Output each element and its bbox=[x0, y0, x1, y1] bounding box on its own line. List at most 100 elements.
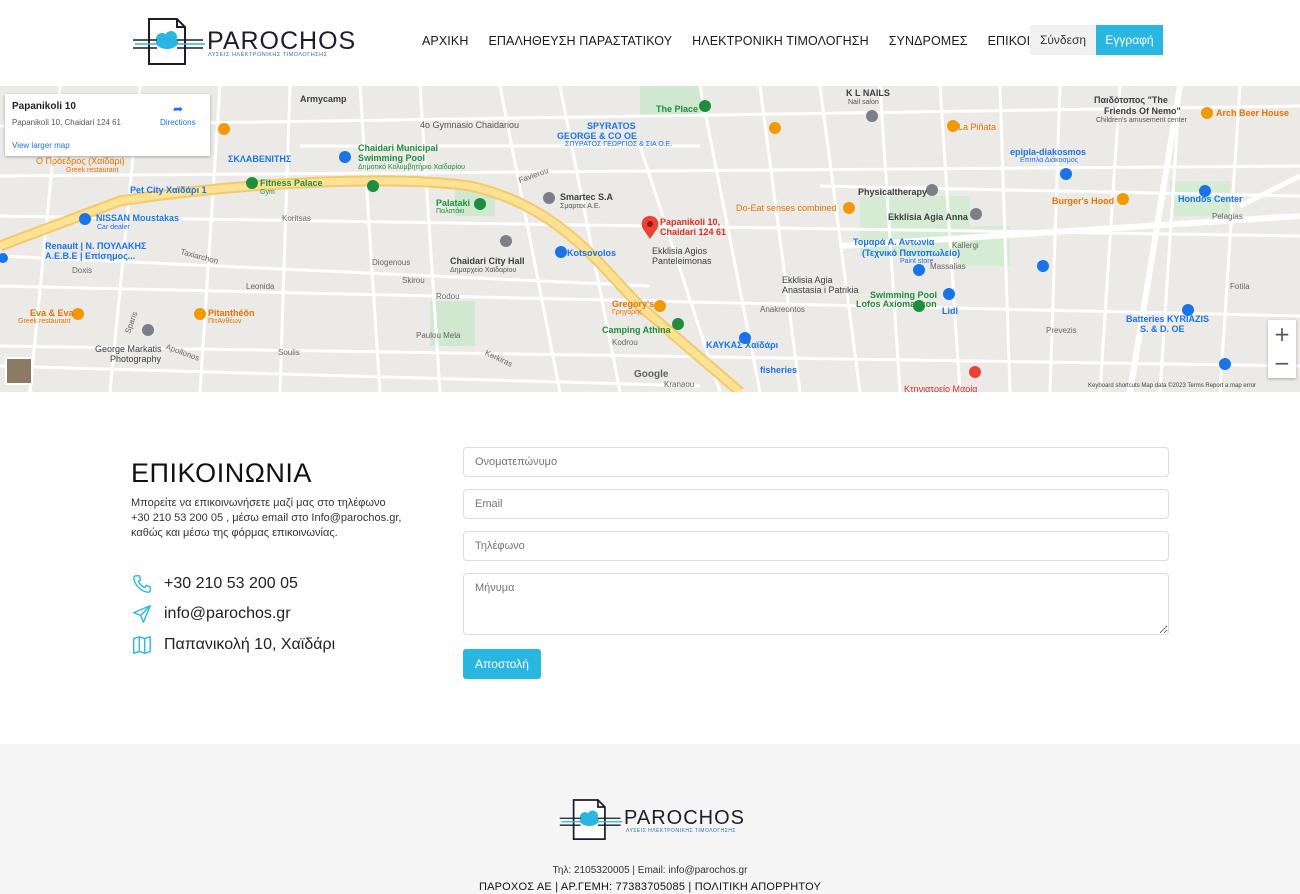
name-input[interactable] bbox=[463, 447, 1169, 477]
map-label: Hondos Center bbox=[1178, 194, 1243, 204]
footer-legal-line[interactable]: ΠΑΡΟΧΟΣ ΑΕ | ΑΡ.ΓΕΜΗ: 77383705085 | ΠΟΛΙ… bbox=[0, 881, 1300, 893]
map-label: Paint store bbox=[900, 258, 934, 265]
contact-email[interactable]: info@parochos.gr bbox=[131, 603, 291, 625]
street-label: Massalias bbox=[930, 262, 966, 271]
map-label: Palataki bbox=[436, 198, 471, 208]
map-label: Α.Ε.Β.Ε | Επίσημος... bbox=[45, 251, 136, 261]
street-label: Kallergi bbox=[952, 241, 979, 250]
send-button[interactable]: Αποστολή bbox=[463, 649, 541, 679]
map-label: Fitness Palace bbox=[260, 178, 323, 188]
main-nav: ΑΡΧΙΚΗ ΕΠΑΛΗΘΕΥΣΗ ΠΑΡΑΣΤΑΤΙΚΟΥ ΗΛΕΚΤΡΟΝΙ… bbox=[422, 34, 1090, 48]
nav-verify-document[interactable]: ΕΠΑΛΗΘΕΥΣΗ ΠΑΡΑΣΤΑΤΙΚΟΥ bbox=[488, 34, 672, 48]
nav-subscriptions[interactable]: ΣΥΝΔΡΟΜΕΣ bbox=[889, 34, 968, 48]
street-label: Paulou Mela bbox=[416, 331, 461, 340]
logo-icon bbox=[559, 799, 623, 840]
map-label: fisheries bbox=[760, 365, 798, 375]
map-label: ΚΑΥΚΑΣ Χαϊδάρι bbox=[706, 340, 779, 350]
map-attribution[interactable]: Keyboard shortcuts Map data ©2023 Terms … bbox=[1088, 383, 1256, 389]
zoom-in-button[interactable]: + bbox=[1268, 320, 1296, 349]
map-zoom-controls: + − bbox=[1268, 320, 1296, 378]
map-label: Παλατάκι bbox=[436, 208, 465, 215]
street-label: Rodou bbox=[436, 292, 460, 301]
logo-subtitle: ΛΥΣΕΙΣ ΗΛΕΚΤΡΟΝΙΚΗΣ ΤΙΜΟΛΟΓΗΣΗΣ bbox=[208, 52, 328, 58]
map-label: Δημοτικό Κολυμβητήριο Χαϊδαρίου bbox=[358, 164, 465, 171]
map-label: epipla-diakosmos bbox=[1010, 147, 1087, 157]
map-label: Παιδότοπος "The bbox=[1094, 95, 1168, 105]
map-label: Τομαρά Α. Αντωνία bbox=[853, 237, 935, 247]
map-label: Arch Beer House bbox=[1216, 108, 1290, 118]
embedded-map[interactable]: Armycamp 4o Gymnasio Chaidariou The Plac… bbox=[0, 86, 1300, 392]
view-larger-map-link[interactable]: View larger map bbox=[12, 141, 70, 150]
map-label: Pitanthéôn bbox=[208, 308, 255, 318]
contact-address: Παπανικολή 10, Χαϊδάρι bbox=[131, 634, 335, 656]
pin-label: Chaidari 124 61 bbox=[660, 227, 727, 237]
map-label: Lofos Axiomatikon bbox=[856, 299, 937, 309]
site-footer: PAROCHOS ΛΥΣΕΙΣ ΗΛΕΚΤΡΟΝΙΚΗΣ ΤΙΜΟΛΟΓΗΣΗΣ… bbox=[0, 744, 1300, 894]
phone-icon bbox=[133, 575, 151, 593]
map-label: ΣΠΥΡΑΤΟΣ ΓΕΩΡΓΙΟΣ & ΣΙΑ Ο.Ε. bbox=[565, 141, 673, 148]
map-label: Chaidari Municipal bbox=[358, 143, 439, 153]
map-label: Κτηνιατρείο Μαρία bbox=[904, 384, 978, 392]
register-button[interactable]: Εγγραφή bbox=[1096, 25, 1163, 55]
nav-e-invoicing[interactable]: ΗΛΕΚΤΡΟΝΙΚΗ ΤΙΜΟΛΟΓΗΣΗ bbox=[692, 34, 869, 48]
map-label: Ο Πρόεδρος (Χαϊδάρι) bbox=[36, 156, 125, 166]
street-label: Kodrou bbox=[612, 338, 638, 347]
map-label: (Τεχνικό Παντοπωλείο) bbox=[862, 248, 961, 258]
directions-icon[interactable]: ➦ bbox=[173, 102, 183, 116]
contact-phone[interactable]: +30 210 53 200 05 bbox=[131, 573, 298, 595]
map-label: Nail salon bbox=[848, 99, 879, 106]
email-input[interactable] bbox=[463, 489, 1169, 519]
map-label: GEORGE & CO OE bbox=[557, 131, 638, 141]
street-label: Prevezis bbox=[1046, 326, 1077, 335]
map-place-card: Papanikoli 10 Papanikoli 10, Chaidari 12… bbox=[5, 94, 210, 156]
footer-logo[interactable]: PAROCHOS ΛΥΣΕΙΣ ΗΛΕΚΤΡΟΝΙΚΗΣ ΤΙΜΟΛΟΓΗΣΗΣ bbox=[558, 797, 748, 843]
map-label: Panteleimonas bbox=[652, 256, 712, 266]
place-address: Papanikoli 10, Chaidari 124 61 bbox=[12, 118, 121, 127]
map-label: Gym bbox=[260, 189, 275, 196]
zoom-out-button[interactable]: − bbox=[1268, 349, 1296, 378]
street-label: Skirou bbox=[402, 276, 425, 285]
map-label: La Piñata bbox=[958, 122, 997, 132]
contact-text-line: +30 210 53 200 05 , μέσω email στο Info@… bbox=[131, 512, 402, 524]
logo[interactable]: PAROCHOS ΛΥΣΕΙΣ ΗΛΕΚΤΡΟΝΙΚΗΣ ΤΙΜΟΛΟΓΗΣΗΣ bbox=[131, 16, 355, 68]
email-text: info@parochos.gr bbox=[164, 605, 291, 622]
map-label: Batteries KYRIAZIS bbox=[1126, 314, 1210, 324]
login-button[interactable]: Σύνδεση bbox=[1030, 25, 1096, 55]
street-label: Fotila bbox=[1230, 282, 1250, 291]
directions-link[interactable]: Directions bbox=[160, 118, 196, 127]
map-label: Photography bbox=[110, 354, 162, 364]
map-label: Physicaltherapy bbox=[858, 187, 928, 197]
map-label: Σμαρτεκ Α.Ε. bbox=[560, 203, 601, 210]
map-label: S. & D. OE bbox=[1140, 324, 1185, 334]
message-textarea[interactable] bbox=[463, 573, 1169, 635]
map-label: Pet City Χαϊδάρι 1 bbox=[130, 185, 207, 195]
map-label: Lidl bbox=[942, 306, 958, 316]
pin-label: Papanikoli 10, bbox=[660, 217, 721, 227]
street-label: Anakreontos bbox=[760, 305, 805, 314]
contact-text-line: Μπορείτε να επικοινωνήσετε μαζί μας στο … bbox=[131, 497, 386, 509]
logo-icon bbox=[133, 18, 205, 65]
street-label: Doxis bbox=[72, 266, 93, 275]
satellite-toggle[interactable] bbox=[5, 357, 33, 385]
phone-text: +30 210 53 200 05 bbox=[164, 575, 298, 592]
contact-section: ΕΠΙΚΟΙΝΩΝΙΑ Μπορείτε να επικοινωνήσετε μ… bbox=[0, 392, 1300, 744]
map-label: Kotsovolos bbox=[567, 248, 617, 258]
map-label: Ekklisia Agia bbox=[782, 275, 833, 285]
map-label: Γρηγόρης bbox=[612, 309, 643, 316]
phone-input[interactable] bbox=[463, 531, 1169, 561]
address-text: Παπανικολή 10, Χαϊδάρι bbox=[164, 636, 336, 653]
map-label: Επιπλα Διάκοσμος bbox=[1020, 157, 1079, 164]
map-label: Greek restaurant bbox=[66, 167, 119, 174]
footer-contact-line: Τηλ: 2105320005 | Email: info@parochos.g… bbox=[552, 865, 748, 876]
map-label: Car dealer bbox=[97, 224, 130, 231]
street-label: Pelagias bbox=[1212, 212, 1243, 221]
street-label: Kranaou bbox=[664, 380, 695, 389]
map-label: SPYRATOS bbox=[587, 121, 636, 131]
map-label: Ekklisia Agia Anna bbox=[888, 212, 968, 222]
map-label: K L NAILS bbox=[846, 88, 890, 98]
send-icon bbox=[133, 605, 151, 623]
map-label: The Place bbox=[656, 104, 699, 114]
map-label: Friends Of Nemo" bbox=[1104, 106, 1181, 116]
map-label: Gregory's bbox=[612, 299, 655, 309]
nav-home[interactable]: ΑΡΧΙΚΗ bbox=[422, 34, 468, 48]
